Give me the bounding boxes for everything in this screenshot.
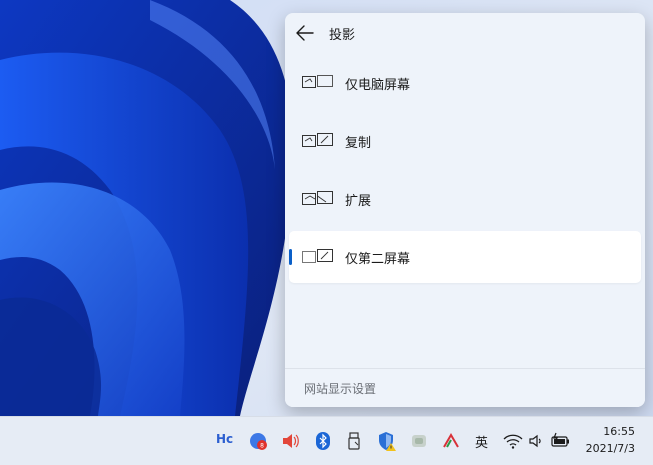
duplicate-icon bbox=[302, 132, 334, 150]
display-settings-link[interactable]: 网站显示设置 bbox=[304, 380, 376, 397]
hc-tray-icon[interactable]: Hc bbox=[216, 430, 238, 452]
option-extend[interactable]: 扩展 bbox=[289, 173, 641, 225]
app-tray-icon[interactable]: 8 bbox=[248, 430, 270, 452]
taskbar: Hc 8 英 16:55 2021/7/3 bbox=[0, 416, 653, 465]
stroke-app-icon[interactable] bbox=[440, 430, 462, 452]
usb-drive-icon[interactable] bbox=[343, 430, 365, 452]
ime-language-button[interactable]: 英 bbox=[472, 430, 494, 452]
ime-label: 英 bbox=[475, 436, 489, 451]
second-screen-only-icon bbox=[302, 248, 334, 266]
security-shield-icon[interactable] bbox=[376, 430, 398, 452]
clock-date: 2021/7/3 bbox=[585, 442, 635, 455]
panel-title: 投影 bbox=[329, 28, 356, 43]
panel-footer: 网站显示设置 bbox=[285, 368, 645, 407]
clock-time: 16:55 bbox=[603, 425, 635, 438]
back-button[interactable] bbox=[293, 21, 317, 45]
option-label: 仅第二屏幕 bbox=[345, 252, 411, 267]
bluetooth-icon[interactable] bbox=[312, 430, 334, 452]
option-pc-screen-only[interactable]: 仅电脑屏幕 bbox=[289, 57, 641, 109]
option-duplicate[interactable]: 复制 bbox=[289, 115, 641, 167]
volume-icon[interactable] bbox=[526, 430, 548, 452]
system-clock[interactable]: 16:55 2021/7/3 bbox=[586, 423, 635, 457]
panel-header: 投影 bbox=[285, 13, 645, 53]
battery-charging-icon[interactable] bbox=[550, 430, 572, 452]
option-label: 复制 bbox=[345, 136, 372, 151]
svg-text:8: 8 bbox=[260, 443, 264, 450]
project-panel: 投影 仅电脑屏幕 复制 扩展 仅第二屏幕 网站显示设置 bbox=[285, 13, 645, 407]
speaker-tray-icon[interactable] bbox=[280, 430, 302, 452]
pc-screen-only-icon bbox=[302, 74, 334, 92]
option-label: 仅电脑屏幕 bbox=[345, 78, 411, 93]
blurred-tray-icon[interactable] bbox=[408, 430, 430, 452]
selected-indicator bbox=[289, 249, 292, 265]
wifi-icon[interactable] bbox=[502, 430, 524, 452]
extend-icon bbox=[302, 190, 334, 208]
arrow-left-icon bbox=[296, 25, 314, 41]
option-second-screen-only[interactable]: 仅第二屏幕 bbox=[289, 231, 641, 283]
hc-label: Hc bbox=[216, 432, 234, 446]
option-label: 扩展 bbox=[345, 194, 372, 209]
